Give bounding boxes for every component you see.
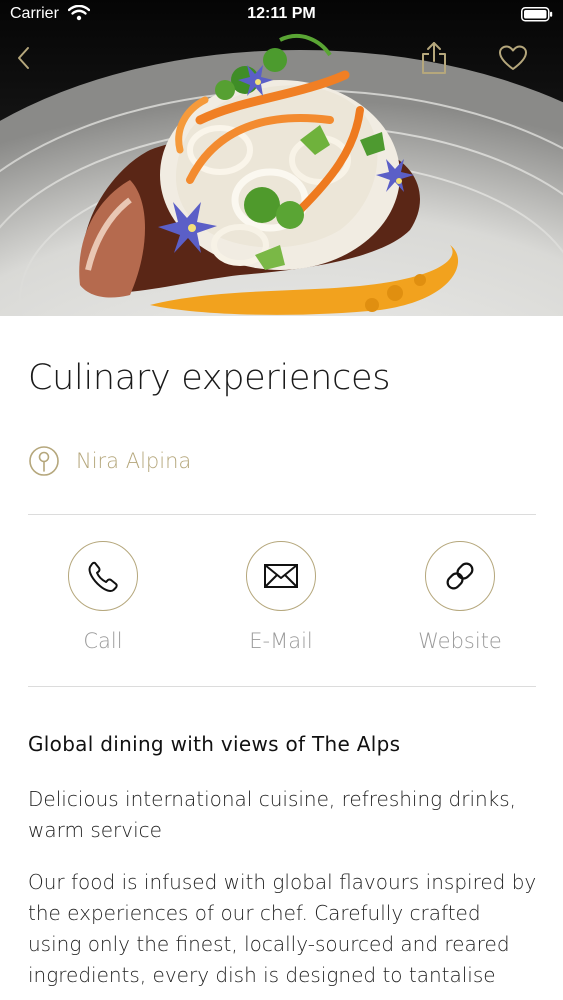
hero-image: Carrier 12:11 PM — [0, 0, 563, 316]
description-tagline: Delicious international cuisine, refresh… — [28, 787, 517, 842]
description-body: Our food is infused with global flavours… — [28, 870, 537, 1000]
status-bar: Carrier 12:11 PM — [0, 0, 563, 30]
location-label: Nira Alpina — [76, 449, 192, 473]
dish-photo — [0, 0, 563, 316]
favorite-button[interactable] — [493, 38, 533, 78]
divider — [28, 514, 536, 515]
call-label: Call — [83, 629, 123, 653]
chevron-left-icon — [18, 47, 29, 69]
website-circle — [425, 541, 495, 611]
call-button[interactable]: Call — [33, 541, 173, 653]
location-pin-icon — [29, 446, 59, 476]
location-row[interactable]: Nira Alpina — [28, 445, 191, 477]
page-title: Culinary experiences — [28, 358, 391, 398]
website-label: Website — [418, 629, 502, 653]
email-circle — [246, 541, 316, 611]
status-time: 12:11 PM — [247, 5, 316, 22]
description-heading: Global dining with views of The Alps — [28, 732, 401, 756]
divider — [28, 686, 536, 687]
share-button[interactable] — [414, 38, 454, 78]
back-button[interactable] — [4, 38, 44, 78]
envelope-icon — [264, 564, 298, 588]
call-circle — [68, 541, 138, 611]
share-icon — [422, 42, 446, 74]
link-icon — [446, 562, 474, 590]
email-label: E-Mail — [249, 629, 313, 653]
website-button[interactable]: Website — [390, 541, 530, 653]
battery-icon — [521, 7, 553, 22]
heart-icon — [499, 45, 527, 70]
phone-icon — [88, 561, 118, 592]
email-button[interactable]: E-Mail — [211, 541, 351, 653]
